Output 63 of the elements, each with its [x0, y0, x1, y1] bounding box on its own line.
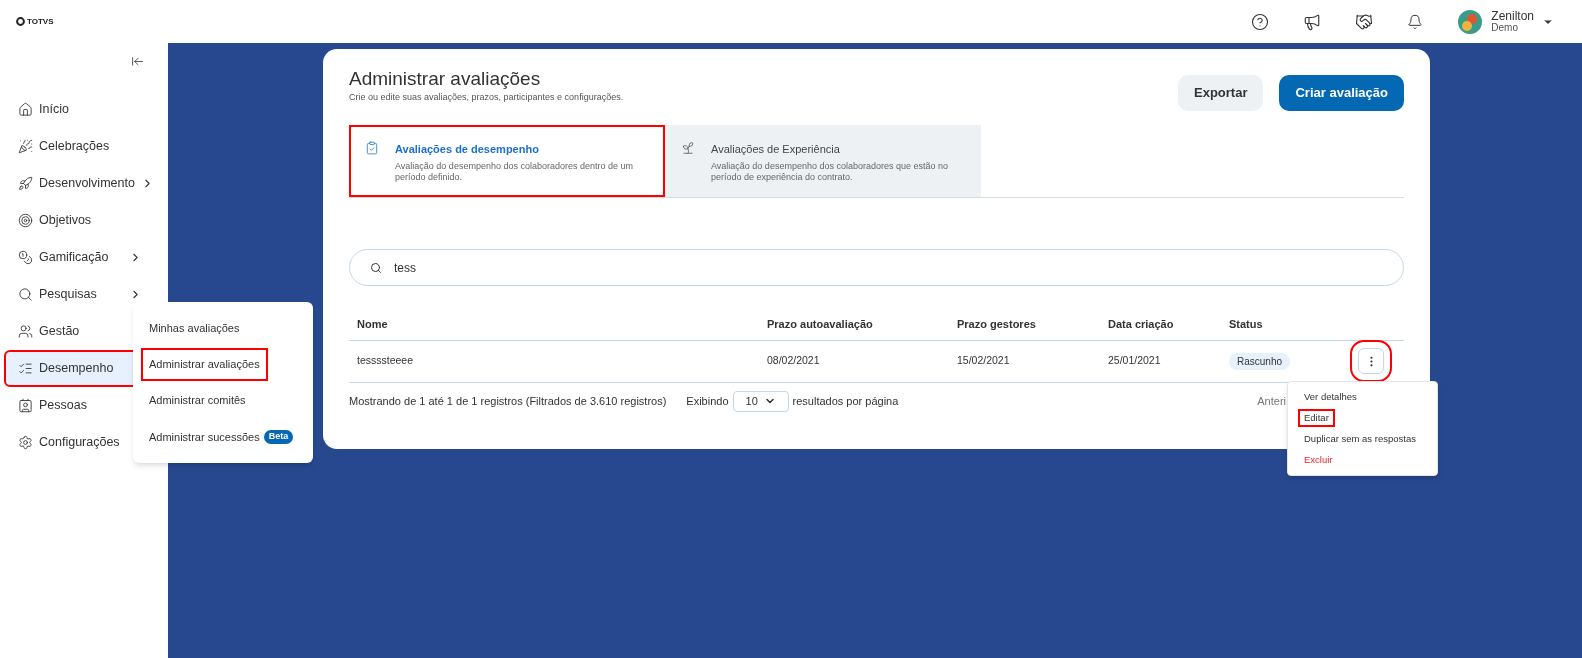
handshake-icon[interactable] — [1355, 12, 1374, 31]
table-cell: 25/01/2021 — [1100, 340, 1221, 382]
showing-label: Exibindo — [686, 393, 729, 409]
home-icon — [18, 102, 33, 117]
table-cell: 15/02/2021 — [949, 340, 1100, 382]
submenu-item[interactable]: Administrar avaliações — [141, 348, 268, 381]
sprout-icon — [681, 141, 695, 155]
export-button[interactable]: Exportar — [1178, 75, 1264, 111]
column-header: Data criação — [1100, 308, 1221, 340]
party-popper-icon — [18, 139, 33, 154]
logo-icon — [16, 17, 25, 26]
id-badge-icon — [18, 398, 33, 413]
column-header: Prazo gestores — [949, 308, 1100, 340]
sidebar-item[interactable]: Pesquisas — [4, 276, 160, 313]
search-icon — [370, 261, 382, 274]
tab-title: Avaliações de Experiência — [711, 142, 841, 157]
menu-item[interactable]: Excluir — [1298, 451, 1339, 470]
settings-icon — [18, 435, 33, 450]
sidebar-item[interactable]: Objetivos — [4, 202, 160, 239]
page-size-select[interactable]: 10 — [732, 390, 789, 412]
clipboard-check-icon — [365, 141, 379, 155]
beta-badge: Beta — [263, 430, 294, 444]
checklist-icon — [18, 361, 33, 376]
column-header: Status — [1221, 308, 1331, 340]
create-button[interactable]: Criar avaliação — [1279, 75, 1404, 111]
per-page-label: resultados por página — [792, 393, 899, 409]
column-header: Nome — [349, 308, 759, 340]
search-input[interactable]: tess — [394, 258, 1383, 277]
sidebar-item[interactable]: Gamificação — [4, 239, 160, 276]
sidebar-item[interactable]: Celebrações — [4, 128, 160, 165]
tab[interactable]: Avaliações de Experiência Avaliação do desempenho dos colaboradores que estão no período de experiência do contrato. — [665, 125, 981, 197]
table-cell: tessssteeee — [349, 340, 759, 382]
notifications-icon[interactable] — [1407, 13, 1424, 30]
user-role: Demo — [1491, 21, 1519, 33]
logo-text: TOTVS — [27, 15, 54, 28]
menu-item[interactable]: Duplicar sem as respostas — [1298, 430, 1422, 449]
tab-title: Avaliações de desempenho — [395, 142, 540, 157]
users-icon — [18, 324, 33, 339]
table-cell: 08/02/2021 — [759, 340, 949, 382]
tab-description: Avaliação do desempenho dos colaboradores que estão no período de experiência do contrato. — [711, 160, 949, 183]
submenu-item[interactable]: Administrar sucessões Beta — [141, 420, 302, 454]
collapse-icon[interactable] — [131, 55, 144, 68]
sidebar-item[interactable]: Início — [4, 91, 160, 128]
records-summary: Mostrando de 1 até 1 de 1 registros (Filtrados de 3.610 registros) — [349, 393, 667, 409]
avatar[interactable] — [1457, 8, 1484, 35]
user-name: Zenilton — [1491, 10, 1534, 22]
tab-description: Avaliação do desempenho dos colaboradores dentro de um período definido. — [395, 160, 634, 183]
coins-icon — [18, 250, 33, 265]
menu-item[interactable]: Ver detalhes — [1298, 387, 1363, 406]
menu-item[interactable]: Editar — [1298, 408, 1335, 427]
page-title: Administrar avaliações — [349, 67, 542, 91]
page-subtitle: Crie ou edite suas avaliações, prazos, participantes e configurações. — [349, 91, 624, 104]
target-icon — [18, 213, 33, 228]
submenu-item[interactable]: Administrar comitês — [141, 384, 254, 417]
previous-link[interactable]: Anteri — [1257, 392, 1286, 410]
megaphone-icon[interactable] — [1303, 12, 1322, 31]
column-header: Prazo autoavaliação — [759, 308, 949, 340]
status-badge: Rascunho — [1229, 352, 1291, 370]
help-icon[interactable] — [1251, 12, 1270, 31]
tab[interactable]: Avaliações de desempenho Avaliação do desempenho dos colaboradores dentro de um período definido. — [349, 125, 665, 197]
sidebar-item[interactable]: Desenvolvimento — [4, 165, 160, 202]
submenu-item[interactable]: Minhas avaliações — [141, 311, 248, 345]
rocket-icon — [18, 176, 33, 191]
